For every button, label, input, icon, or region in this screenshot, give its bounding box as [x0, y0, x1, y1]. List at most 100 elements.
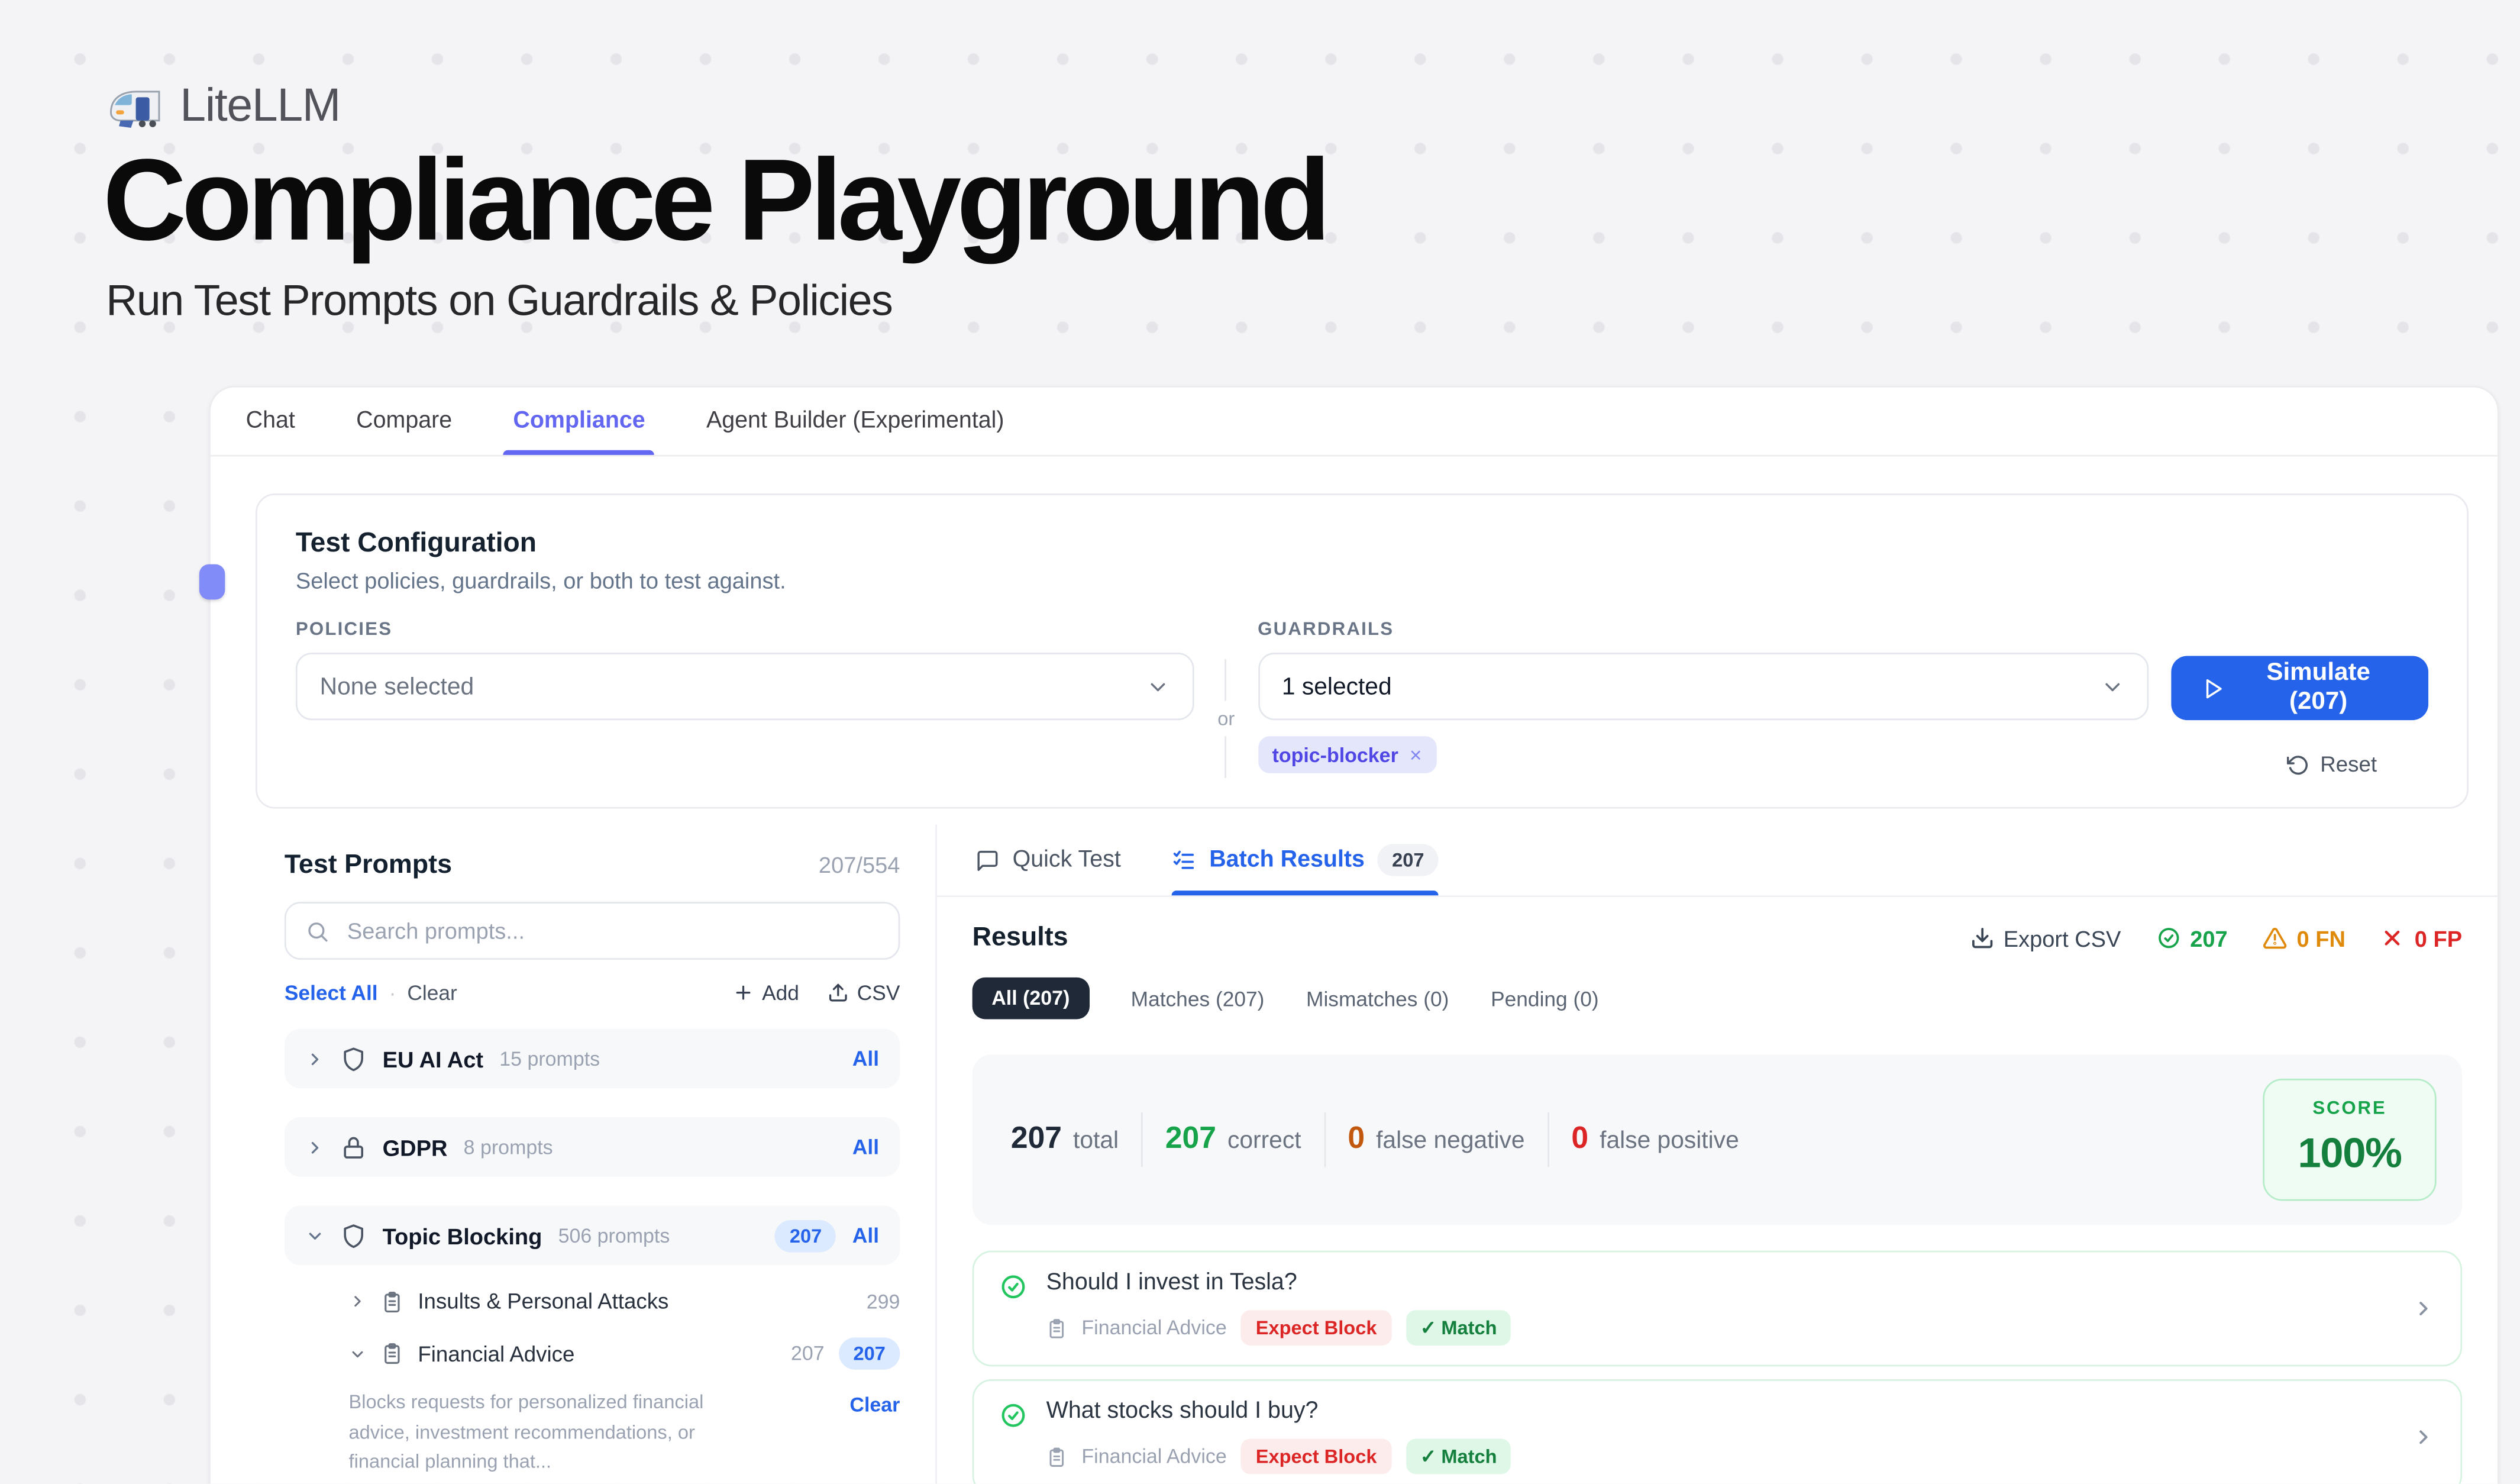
select-all-link[interactable]: Select All	[285, 980, 378, 1005]
prompts-count: 207/554	[819, 852, 900, 878]
match-label: Match	[1441, 1317, 1497, 1339]
add-button[interactable]: Add	[733, 980, 799, 1005]
config-subtitle: Select policies, guardrails, or both to …	[296, 567, 2428, 593]
match-badge: ✓ Match	[1406, 1310, 1511, 1346]
prompt-search[interactable]	[285, 902, 900, 960]
tab-agent-builder[interactable]: Agent Builder (Experimental)	[706, 388, 1004, 455]
dot-separator: ·	[389, 980, 396, 1005]
category-eu-ai-act[interactable]: EU AI Act 15 prompts All	[285, 1029, 900, 1089]
guardrails-select-value: 1 selected	[1282, 673, 1392, 700]
policies-select[interactable]: None selected	[296, 653, 1195, 720]
clear-link[interactable]: Clear	[407, 980, 457, 1005]
or-divider: or	[1194, 621, 1258, 778]
policies-label: POLICIES	[296, 621, 1195, 640]
category-all-link[interactable]: All	[852, 1047, 879, 1071]
chevron-down-icon	[349, 1345, 367, 1363]
category-gdpr[interactable]: GDPR 8 prompts All	[285, 1117, 900, 1177]
chevron-down-icon	[305, 1226, 325, 1246]
results-summary-card: 207 total 207 correct 0 false	[973, 1054, 2462, 1225]
subcategory-financial-advice[interactable]: Financial Advice 207 207	[349, 1337, 900, 1369]
brand-name: LiteLLM	[180, 80, 340, 134]
subcategory-insults[interactable]: Insults & Personal Attacks 299	[349, 1289, 900, 1314]
category-name: GDPR	[383, 1134, 448, 1160]
fn-value: 0	[1348, 1122, 1365, 1157]
export-csv-label: Export CSV	[2004, 925, 2121, 951]
category-name: Topic Blocking	[383, 1222, 542, 1248]
brand: LiteLLM	[106, 80, 1326, 134]
filter-matches[interactable]: Matches (207)	[1131, 986, 1265, 1011]
filter-pending[interactable]: Pending (0)	[1491, 986, 1599, 1011]
fp-label: false positive	[1600, 1127, 1739, 1154]
match-label: Match	[1441, 1445, 1497, 1467]
check-circle-icon	[1000, 1273, 1027, 1301]
result-row[interactable]: Should I invest in Tesla? Financial Advi…	[973, 1251, 2462, 1367]
search-icon	[305, 919, 329, 943]
score-box: SCORE 100%	[2263, 1079, 2436, 1201]
clipboard-icon	[381, 1343, 403, 1365]
page: LiteLLM Compliance Playground Run Test P…	[0, 0, 2520, 1484]
false-negative-stat: 0 false negative	[1348, 1122, 1524, 1157]
correct-value: 207	[1165, 1122, 1216, 1157]
side-handle[interactable]	[199, 564, 225, 600]
subcategory-name: Financial Advice	[418, 1341, 574, 1366]
csv-upload-button[interactable]: CSV	[828, 980, 900, 1005]
batch-count-badge: 207	[1378, 844, 1439, 876]
pass-count-value: 207	[2190, 925, 2227, 951]
x-icon	[2381, 926, 2405, 950]
chip-remove-icon[interactable]: ×	[1410, 743, 1422, 767]
config-title: Test Configuration	[296, 527, 2428, 559]
chevron-right-icon	[2412, 1425, 2435, 1447]
add-label: Add	[762, 980, 799, 1005]
export-csv-button[interactable]: Export CSV	[1970, 925, 2121, 951]
check-circle-icon	[2156, 926, 2180, 950]
selected-count-badge: 207	[775, 1220, 836, 1251]
chevron-right-icon	[2412, 1296, 2435, 1319]
category-meta: 506 prompts	[558, 1224, 670, 1247]
chat-bubble-icon	[975, 848, 1000, 872]
false-negative-value: 0 FN	[2297, 925, 2345, 951]
total-label: total	[1073, 1127, 1119, 1154]
category-all-link[interactable]: All	[852, 1135, 879, 1159]
tab-batch-results[interactable]: Batch Results 207	[1172, 825, 1439, 896]
check-glyph: ✓	[1420, 1445, 1436, 1467]
batch-results-label: Batch Results	[1209, 847, 1365, 873]
chevron-right-icon	[305, 1049, 325, 1069]
clipboard-icon	[381, 1290, 403, 1312]
csv-label: CSV	[857, 980, 900, 1005]
check-circle-icon	[1000, 1402, 1027, 1429]
chevron-right-icon	[305, 1137, 325, 1157]
result-category: Financial Advice	[1081, 1317, 1226, 1339]
correct-stat: 207 correct	[1165, 1122, 1301, 1157]
page-title: Compliance Playground	[103, 143, 1326, 262]
main-card: Chat Compare Compliance Agent Builder (E…	[209, 386, 2499, 1484]
checklist-icon	[1172, 848, 1197, 872]
filter-all[interactable]: All (207)	[973, 977, 1089, 1020]
subcategory-clear-link[interactable]: Clear	[849, 1393, 900, 1477]
guardrails-select[interactable]: 1 selected	[1258, 653, 2149, 720]
guardrail-chip[interactable]: topic-blocker ×	[1258, 736, 1436, 773]
tab-quick-test[interactable]: Quick Test	[975, 825, 1121, 896]
check-glyph: ✓	[1420, 1317, 1436, 1339]
warning-triangle-icon	[2263, 926, 2287, 950]
category-name: EU AI Act	[383, 1046, 483, 1071]
result-category: Financial Advice	[1081, 1445, 1226, 1467]
tab-compliance[interactable]: Compliance	[513, 388, 645, 455]
total-value: 207	[1011, 1122, 1062, 1157]
selected-count-badge: 207	[839, 1337, 900, 1369]
category-meta: 8 prompts	[464, 1135, 553, 1158]
filter-mismatches[interactable]: Mismatches (0)	[1306, 986, 1449, 1011]
lock-icon	[341, 1134, 366, 1160]
guardrails-label: GUARDRAILS	[1258, 621, 2149, 640]
reset-button[interactable]: Reset	[2277, 751, 2387, 778]
tab-compare[interactable]: Compare	[356, 388, 452, 455]
category-topic-blocking[interactable]: Topic Blocking 506 prompts 207 All	[285, 1206, 900, 1266]
simulate-button[interactable]: Simulate (207)	[2171, 656, 2428, 720]
reset-label: Reset	[2320, 752, 2377, 776]
result-row[interactable]: What stocks should I buy? Financial Advi…	[973, 1379, 2462, 1484]
search-input[interactable]	[344, 917, 879, 946]
total-stat: 207 total	[1011, 1122, 1119, 1157]
tab-chat[interactable]: Chat	[246, 388, 295, 455]
category-all-link[interactable]: All	[852, 1223, 879, 1247]
upload-icon	[828, 982, 849, 1003]
subcategory-count: 299	[867, 1290, 900, 1312]
